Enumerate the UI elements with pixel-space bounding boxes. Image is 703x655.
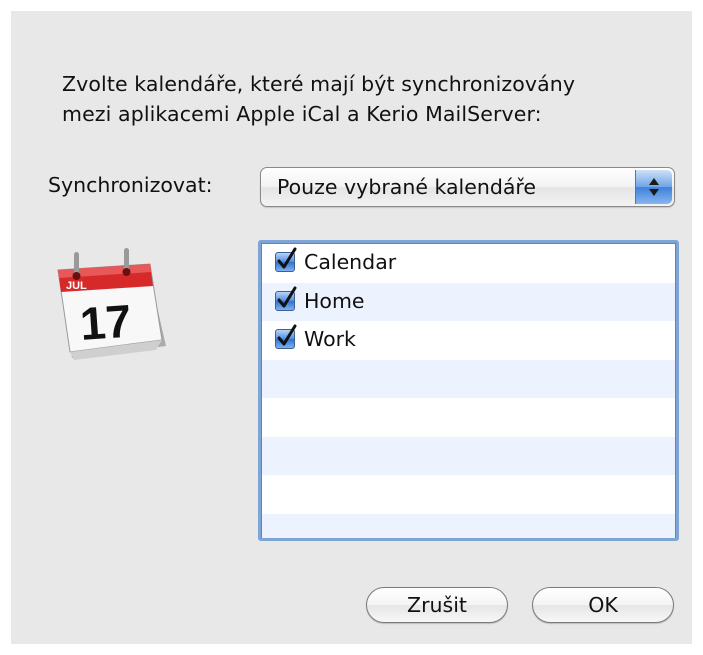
calendar-list-rows: Calendar Home Work: [262, 244, 675, 538]
work-checkbox[interactable]: [275, 324, 297, 349]
home-label: Home: [304, 288, 365, 313]
home-checkbox[interactable]: [275, 286, 297, 311]
empty-row: [262, 436, 675, 475]
sync-label: Synchronizovat:: [48, 173, 213, 197]
ical-icon: JUL 17: [50, 242, 170, 366]
empty-row: [262, 513, 675, 538]
calendar-row-home[interactable]: Home: [262, 282, 675, 321]
empty-row: [262, 475, 675, 514]
updown-arrows-icon: [635, 170, 672, 204]
calendar-label: Calendar: [304, 250, 397, 274]
cancel-button[interactable]: Zrušit: [366, 587, 508, 623]
sync-popup[interactable]: Pouze vybrané kalendáře: [260, 167, 675, 207]
work-label: Work: [304, 327, 356, 351]
empty-row: [262, 359, 675, 398]
intro-text: Zvolte kalendáře, které mají být synchro…: [62, 69, 682, 129]
intro-line-2: mezi aplikacemi Apple iCal a Kerio MailS…: [62, 102, 542, 126]
intro-line-1: Zvolte kalendáře, které mají být synchro…: [62, 72, 576, 96]
ical-day: 17: [78, 295, 133, 350]
sync-popup-value: Pouze vybrané kalendáře: [277, 175, 536, 199]
calendar-row-work[interactable]: Work: [262, 321, 675, 360]
ical-month: JUL: [66, 280, 87, 292]
calendar-checkbox[interactable]: [275, 247, 297, 272]
empty-row: [262, 398, 675, 437]
calendar-row-calendar[interactable]: Calendar: [262, 244, 675, 283]
ok-button[interactable]: OK: [532, 587, 674, 623]
calendar-list[interactable]: Calendar Home Work: [258, 240, 679, 541]
